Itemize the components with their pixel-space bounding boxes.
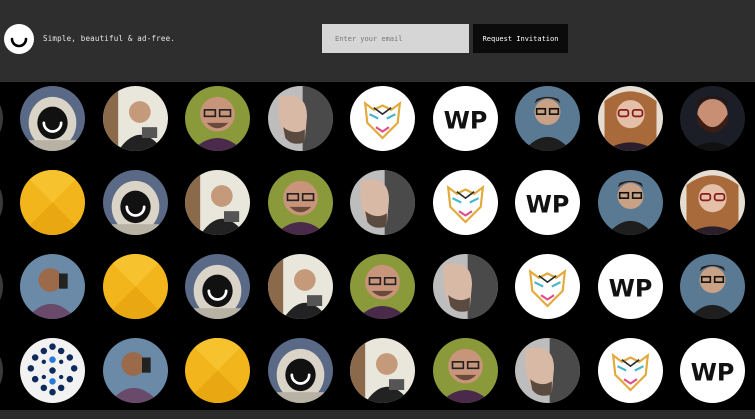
avatar-glasses-man-blue[interactable] bbox=[597, 170, 663, 235]
avatar-profile-man[interactable] bbox=[432, 254, 498, 319]
avatar-dot-pattern[interactable] bbox=[20, 338, 85, 403]
avatar-glasses-man-blue[interactable] bbox=[515, 86, 580, 151]
svg-text:WP: WP bbox=[443, 106, 487, 134]
svg-text:WP: WP bbox=[691, 358, 735, 386]
email-field[interactable] bbox=[322, 24, 469, 53]
avatar-tiger[interactable] bbox=[515, 254, 580, 319]
avatar-partial[interactable] bbox=[0, 254, 3, 319]
avatar-bearded-man[interactable] bbox=[680, 86, 745, 151]
avatar-partial[interactable] bbox=[0, 338, 3, 403]
avatar-glasses-man[interactable] bbox=[432, 338, 498, 403]
avatar-yellow-disc[interactable] bbox=[20, 170, 85, 235]
svg-text:WP: WP bbox=[608, 274, 652, 302]
svg-text:WP: WP bbox=[526, 190, 570, 218]
avatar-glasses-woman[interactable] bbox=[597, 86, 663, 151]
avatar-profile-man[interactable] bbox=[350, 170, 415, 235]
avatar-wp-logo[interactable]: WP bbox=[680, 338, 745, 403]
avatar-yellow-disc[interactable] bbox=[185, 338, 250, 403]
tagline: Simple, beautiful & ad-free. bbox=[43, 34, 176, 43]
avatar-partial[interactable] bbox=[0, 170, 3, 235]
avatar-glasses-man[interactable] bbox=[267, 170, 333, 235]
avatar-phone-man[interactable] bbox=[102, 338, 168, 403]
avatar-glasses-man[interactable] bbox=[350, 254, 415, 319]
avatar-tiger[interactable] bbox=[597, 338, 663, 403]
avatar-astronaut[interactable] bbox=[20, 86, 85, 151]
avatar-wp-logo[interactable]: WP bbox=[597, 254, 663, 319]
avatar-glasses-man[interactable] bbox=[185, 86, 250, 151]
avatar-glasses-man-blue[interactable] bbox=[680, 254, 745, 319]
avatar-astronaut[interactable] bbox=[102, 170, 168, 235]
avatar-tiger[interactable] bbox=[350, 86, 415, 151]
avatar-phone-man[interactable] bbox=[20, 254, 85, 319]
avatar-grid: WP WP WP WP bbox=[0, 82, 755, 419]
avatar-profile-man[interactable] bbox=[267, 86, 333, 151]
avatar-desk-man[interactable] bbox=[350, 338, 415, 403]
top-bar: Simple, beautiful & ad-free. Request Inv… bbox=[0, 0, 755, 82]
avatar-wp-logo[interactable]: WP bbox=[515, 170, 580, 235]
avatar-desk-man[interactable] bbox=[102, 86, 168, 151]
avatar-profile-man[interactable] bbox=[515, 338, 580, 403]
avatar-partial[interactable] bbox=[0, 86, 3, 151]
request-invitation-button[interactable]: Request Invitation bbox=[473, 24, 568, 53]
avatar-astronaut[interactable] bbox=[267, 338, 333, 403]
avatar-wp-logo[interactable]: WP bbox=[432, 86, 498, 151]
avatar-tiger[interactable] bbox=[432, 170, 498, 235]
avatar-yellow-disc[interactable] bbox=[102, 254, 168, 319]
avatar-desk-man[interactable] bbox=[267, 254, 333, 319]
avatar-desk-man[interactable] bbox=[185, 170, 250, 235]
ello-logo-icon[interactable] bbox=[4, 24, 34, 54]
avatar-astronaut[interactable] bbox=[185, 254, 250, 319]
avatar-glasses-woman[interactable] bbox=[680, 170, 745, 235]
bottom-bar bbox=[0, 410, 755, 419]
